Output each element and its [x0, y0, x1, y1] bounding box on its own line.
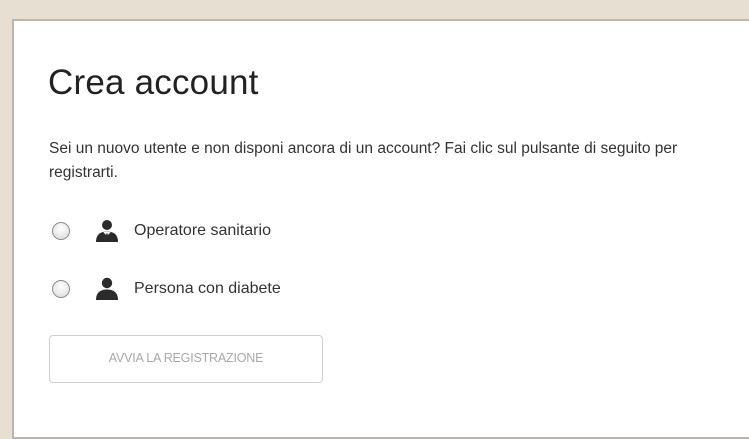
option-healthcare-worker[interactable]: Operatore sanitario: [52, 216, 281, 246]
account-type-options: Operatore sanitario Persona con diabete: [52, 216, 281, 332]
healthcare-worker-icon: [96, 220, 118, 242]
person-icon: [96, 277, 118, 300]
option-label-healthcare-worker: Operatore sanitario: [134, 222, 271, 239]
create-account-card: Crea account Sei un nuovo utente e non d…: [12, 19, 749, 439]
option-person-with-diabetes[interactable]: Persona con diabete: [52, 274, 281, 304]
option-label-person-with-diabetes: Persona con diabete: [134, 280, 281, 297]
description-text: Sei un nuovo utente e non disponi ancora…: [49, 140, 678, 181]
radio-healthcare-worker[interactable]: [52, 222, 70, 240]
page-title: Crea account: [48, 63, 259, 102]
start-registration-button[interactable]: AVVIA LA REGISTRAZIONE: [49, 335, 323, 383]
radio-person-with-diabetes[interactable]: [52, 280, 70, 298]
